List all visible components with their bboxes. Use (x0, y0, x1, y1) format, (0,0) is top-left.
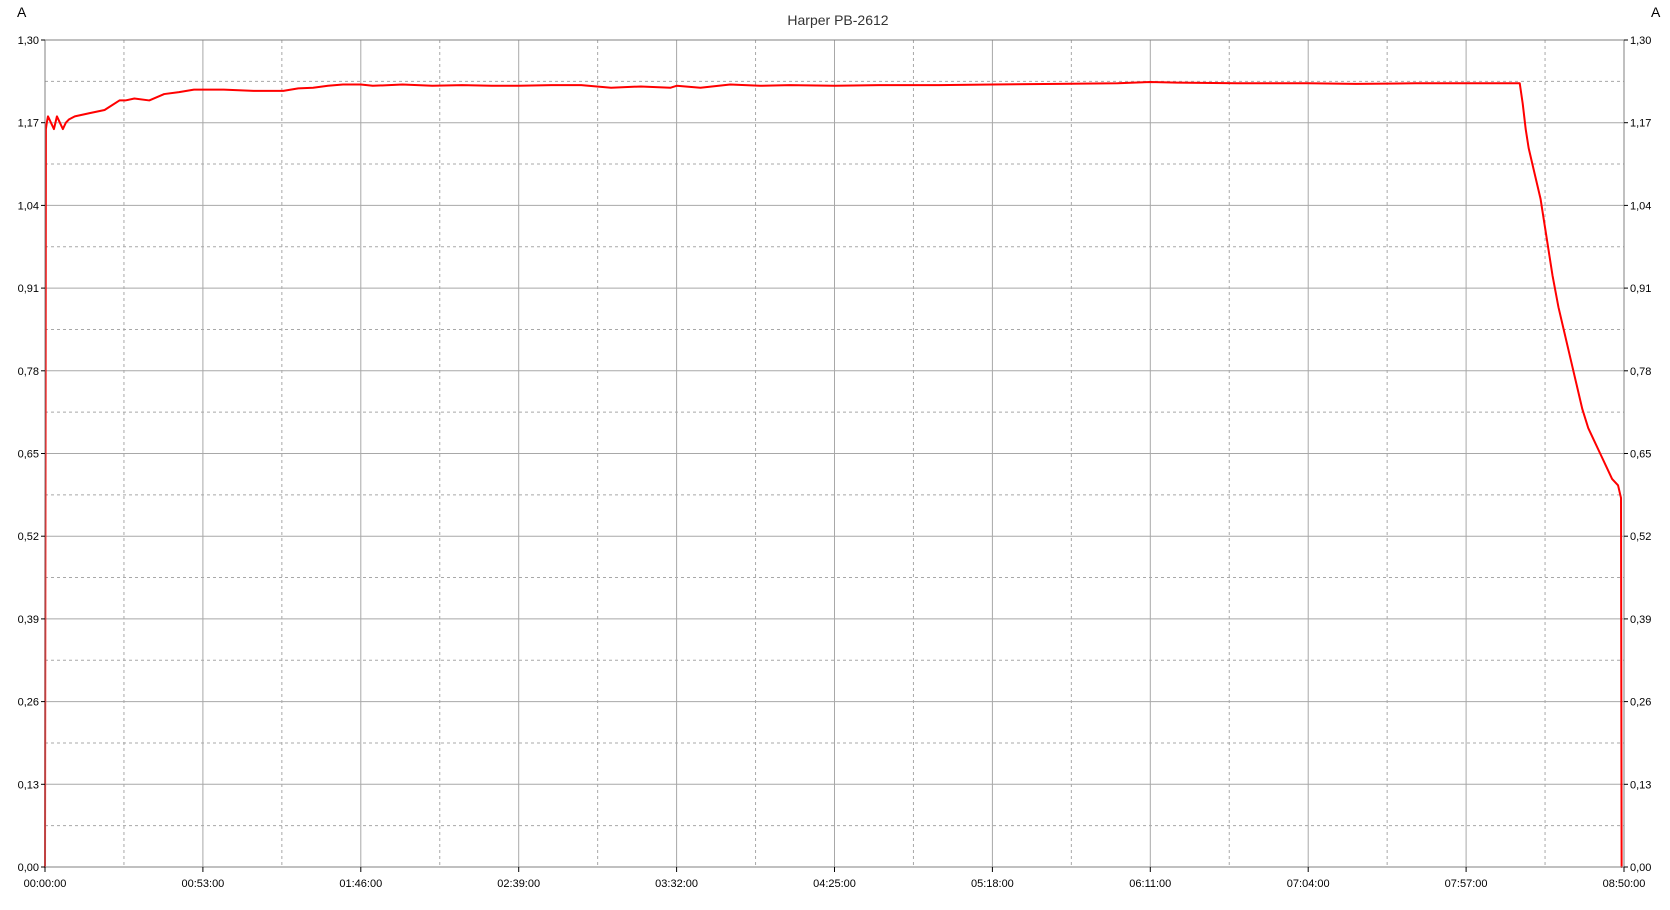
y-tick-label-right: 0,65 (1630, 449, 1651, 461)
y-tick-label-left: 1,17 (18, 118, 39, 130)
x-tick-label: 03:32:00 (655, 878, 698, 890)
y-tick-label-right: 0,91 (1630, 283, 1651, 295)
y-tick-label-left: 0,78 (18, 366, 39, 378)
x-tick-label: 05:18:00 (971, 878, 1014, 890)
y-tick-label-left: 0,26 (18, 697, 39, 709)
y-tick-label-right: 0,39 (1630, 614, 1651, 626)
y-tick-label-left: 1,30 (18, 35, 39, 47)
x-tick-label: 00:00:00 (24, 878, 67, 890)
x-tick-label: 04:25:00 (813, 878, 856, 890)
x-tick-label: 02:39:00 (497, 878, 540, 890)
y-tick-label-right: 0,00 (1630, 862, 1651, 874)
x-tick-label: 06:11:00 (1129, 878, 1171, 890)
y-tick-label-right: 1,04 (1630, 200, 1651, 212)
y-tick-label-right: 0,52 (1630, 531, 1651, 543)
y-tick-label-left: 0,52 (18, 531, 39, 543)
x-tick-label: 07:57:00 (1445, 878, 1488, 890)
x-tick-label: 01:46:00 (339, 878, 382, 890)
x-tick-label: 07:04:00 (1287, 878, 1330, 890)
y-tick-label-left: 0,39 (18, 614, 39, 626)
y-tick-label-right: 1,30 (1630, 35, 1651, 47)
y-tick-label-right: 0,78 (1630, 366, 1651, 378)
y-tick-label-left: 0,00 (18, 862, 39, 874)
y-tick-label-right: 0,13 (1630, 779, 1651, 791)
x-tick-label: 00:53:00 (181, 878, 224, 890)
x-tick-label: 08:50:00 (1603, 878, 1646, 890)
chart-title: Harper PB-2612 (787, 12, 888, 28)
y-tick-label-right: 0,26 (1630, 697, 1651, 709)
chart-root: 0,00 0,00 0,13 0,13 0,26 0,26 0,39 0,39 0,52 0,52… (0, 0, 1670, 910)
y-tick-label-left: 1,04 (18, 200, 39, 212)
y-tick-label-right: 1,17 (1630, 118, 1651, 130)
y-tick-label-left: 0,13 (18, 779, 39, 791)
y-tick-label-left: 0,65 (18, 449, 39, 461)
y-axis-unit-right: A (1651, 4, 1661, 20)
y-tick-label-left: 0,91 (18, 283, 39, 295)
chart-svg: 0,00 0,00 0,13 0,13 0,26 0,26 0,39 0,39 0,52 0,52… (0, 0, 1670, 910)
y-axis-unit-left: A (17, 4, 27, 20)
